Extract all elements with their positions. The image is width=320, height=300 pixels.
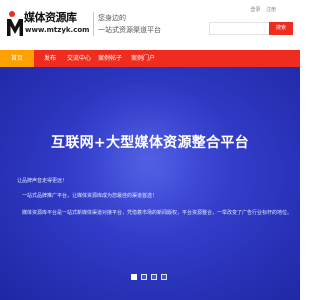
register-link[interactable]: 注册 [266, 7, 276, 13]
nav-item-publish[interactable]: 发布 [36, 50, 64, 67]
search-button[interactable]: 搜索 [269, 22, 293, 35]
search-bar: 搜索 [209, 22, 293, 35]
slide-dot-4[interactable] [161, 274, 167, 280]
banner-line-3: 媒体资源库平台是一站式新媒体渠道对接平台，凭借着市场的新闻版权，平台资源整合，一… [22, 210, 293, 216]
slogan-line-1: 您身边的 [98, 14, 126, 22]
nav-item-exchange[interactable]: 交流中心 [62, 50, 96, 67]
nav-item-case-portal[interactable]: 案例门户 [124, 50, 162, 67]
slide-dot-2[interactable] [141, 274, 147, 280]
top-links: 登录 注册 [246, 6, 276, 13]
login-link[interactable]: 登录 [250, 7, 260, 13]
slide-dot-1[interactable] [131, 274, 137, 280]
main-nav: 首页 发布 交流中心 案例帖子 案例门户 [0, 50, 300, 67]
logo-divider [93, 12, 94, 36]
slide-dot-3[interactable] [151, 274, 157, 280]
site-logo[interactable]: 媒体资源库 www.mtzyk.com [6, 10, 90, 40]
logo-m-icon [7, 11, 23, 36]
slide-indicators [131, 274, 171, 280]
banner-line-1: 让品牌声音走得更远！ [17, 178, 68, 184]
slogan-line-2: 一站式资源渠道平台 [98, 26, 161, 34]
logo-url: www.mtzyk.com [25, 26, 90, 34]
banner-line-2: 一站式品牌推广平台，让媒体资源库成为您最佳的渠道首选！ [22, 193, 158, 199]
hero-banner[interactable]: 互联网+大型媒体资源整合平台 让品牌声音走得更远！ 一站式品牌推广平台，让媒体资… [0, 67, 300, 300]
banner-title: 互联网+大型媒体资源整合平台 [51, 135, 249, 151]
nav-item-case-posts[interactable]: 案例帖子 [92, 50, 128, 67]
nav-item-home[interactable]: 首页 [0, 50, 34, 67]
logo-text: 媒体资源库 [24, 11, 77, 24]
header: 媒体资源库 www.mtzyk.com 您身边的 一站式资源渠道平台 登录 注册… [0, 0, 300, 48]
search-input[interactable] [209, 22, 269, 35]
